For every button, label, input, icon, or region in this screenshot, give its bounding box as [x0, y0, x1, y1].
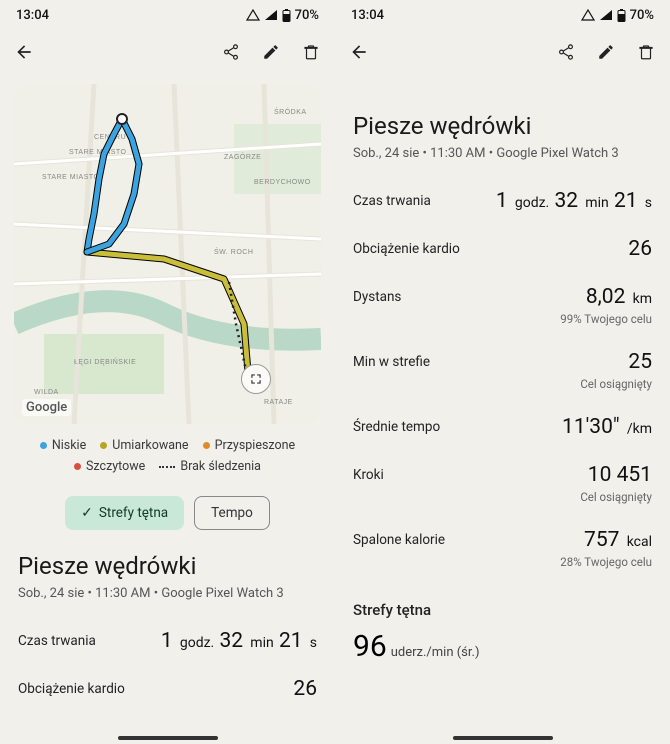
svg-text:ŁĘGI DĘBIŃSKIE: ŁĘGI DĘBIŃSKIE [74, 357, 136, 366]
phone-screen-right: 13:04 70% Piesze wędrówki Sob., 24 s [335, 0, 670, 744]
svg-text:WILDA: WILDA [34, 389, 59, 396]
edit-icon[interactable] [596, 42, 616, 62]
stat-cardio-load: Obciążenie kardio 26 [335, 219, 670, 267]
home-indicator[interactable] [453, 736, 553, 740]
activity-title: Piesze wędrówki [18, 552, 317, 580]
share-icon[interactable] [556, 42, 576, 62]
status-icons: 70% [581, 8, 654, 23]
delete-icon[interactable] [301, 42, 321, 62]
stat-duration: Czas trwania 1 godz. 32 min 21 s [0, 611, 335, 659]
activity-title: Piesze wędrówki [353, 112, 652, 140]
svg-text:ŚRÓDKA: ŚRÓDKA [274, 107, 307, 116]
status-icons: 70% [246, 8, 319, 23]
share-icon[interactable] [221, 42, 241, 62]
map-legend: Niskie Umiarkowane Przyspieszone Szczyto… [0, 432, 335, 482]
status-battery: 70% [295, 8, 319, 23]
activity-subtitle: Sob., 24 sie • 11:30 AM • Google Pixel W… [18, 586, 317, 601]
stat-duration-value: 1 godz. 32 min 21 s [161, 629, 317, 653]
stat-calories: Spalone kalorie 757 kcal 28% Twojego cel… [335, 510, 670, 575]
status-time: 13:04 [351, 8, 384, 23]
status-bar: 13:04 70% [335, 0, 670, 30]
svg-text:STARE MIASTO: STARE MIASTO [42, 174, 100, 181]
map-attribution: Google [22, 399, 71, 416]
app-bar [335, 30, 670, 74]
svg-text:BERDYCHOWO: BERDYCHOWO [254, 179, 311, 186]
check-icon: ✓ [81, 505, 93, 521]
stat-distance: Dystans 8,02 km 99% Twojego celu [335, 267, 670, 332]
view-toggle: ✓ Strefy tętna Tempo [0, 496, 335, 530]
hr-average: 96 uderz./min (śr.) [335, 629, 670, 664]
svg-text:ZAGÓRZE: ZAGÓRZE [224, 152, 261, 161]
delete-icon[interactable] [636, 42, 656, 62]
back-icon[interactable] [349, 42, 369, 62]
map-expand-icon[interactable] [241, 364, 271, 394]
hr-zones-heading: Strefy tętna [335, 575, 670, 629]
svg-text:STARE MIASTO: STARE MIASTO [69, 149, 127, 156]
stat-cardio-load-partial: Obciążenie kardio 26 [0, 659, 335, 701]
scroll-content-right[interactable]: Piesze wędrówki Sob., 24 sie • 11:30 AM … [335, 74, 670, 744]
status-battery: 70% [630, 8, 654, 23]
legend-accelerated: Przyspieszone [215, 438, 296, 453]
home-indicator[interactable] [118, 736, 218, 740]
back-icon[interactable] [14, 42, 34, 62]
activity-header: Piesze wędrówki Sob., 24 sie • 11:30 AM … [335, 74, 670, 171]
chip-hr-zones[interactable]: ✓ Strefy tętna [65, 496, 184, 530]
legend-peak: Szczytowe [86, 459, 145, 474]
legend-moderate: Umiarkowane [112, 438, 188, 453]
stat-steps: Kroki 10 451 Cel osiągnięty [335, 445, 670, 510]
status-time: 13:04 [16, 8, 49, 23]
edit-icon[interactable] [261, 42, 281, 62]
phone-screen-left: 13:04 70% [0, 0, 335, 744]
map-card[interactable]: CENTRU STARE MIASTO STARE MIASTO ZAGÓRZE… [14, 84, 321, 424]
legend-no-tracking: Brak śledzenia [180, 459, 261, 474]
stat-min-in-zone: Min w strefie 25 Cel osiągnięty [335, 332, 670, 397]
activity-subtitle: Sob., 24 sie • 11:30 AM • Google Pixel W… [353, 146, 652, 161]
svg-text:RATAJE: RATAJE [264, 399, 293, 406]
svg-text:ŚW. ROCH: ŚW. ROCH [214, 247, 253, 256]
activity-header: Piesze wędrówki Sob., 24 sie • 11:30 AM … [0, 552, 335, 611]
legend-low: Niskie [52, 438, 86, 453]
route-map: CENTRU STARE MIASTO STARE MIASTO ZAGÓRZE… [14, 84, 321, 424]
status-bar: 13:04 70% [0, 0, 335, 30]
stat-avg-pace: Średnie tempo 11'30" /km [335, 397, 670, 445]
scroll-content-left[interactable]: CENTRU STARE MIASTO STARE MIASTO ZAGÓRZE… [0, 74, 335, 744]
app-bar [0, 30, 335, 74]
stat-duration: Czas trwania 1 godz. 32 min 21 s [335, 171, 670, 219]
chip-pace[interactable]: Tempo [194, 496, 270, 530]
